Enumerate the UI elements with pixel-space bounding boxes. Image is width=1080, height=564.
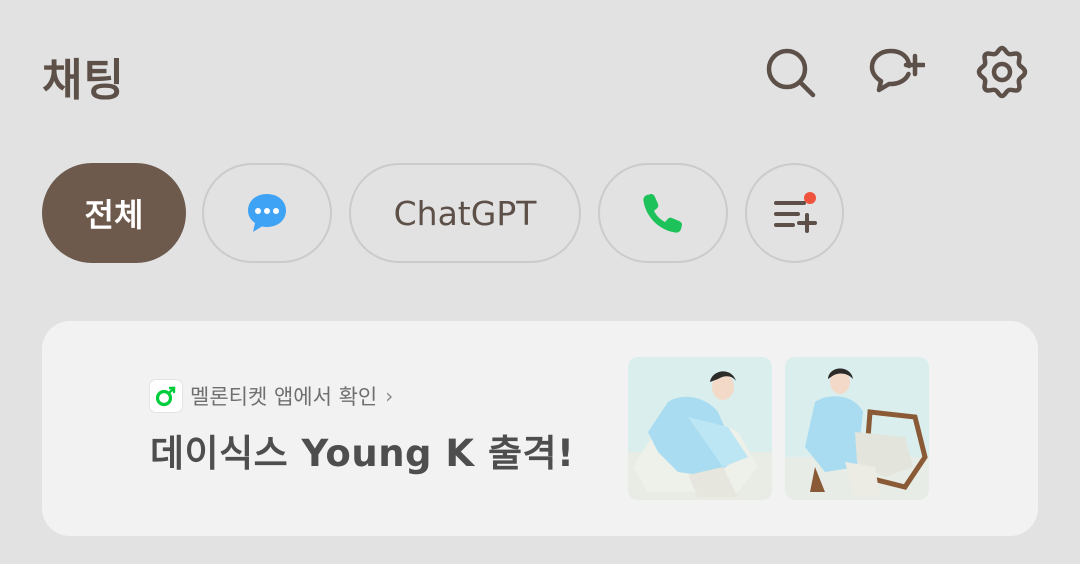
banner-subtitle: 멜론티켓 앱에서 확인 [190, 385, 378, 409]
filter-chatgpt-label: ChatGPT [393, 193, 537, 233]
filter-edit-chip[interactable] [745, 163, 844, 263]
filter-call-chip[interactable] [598, 163, 728, 263]
ad-banner[interactable]: 멜론티켓 앱에서 확인 › 데이식스 Young K 출격! [42, 321, 1038, 536]
banner-title: 데이식스 Young K 출격! [150, 432, 575, 475]
page-title: 채팅 [42, 55, 125, 106]
filter-all-chip[interactable]: 전체 [42, 163, 186, 263]
search-icon[interactable] [762, 44, 818, 100]
banner-photo-1 [628, 357, 772, 500]
header: 채팅 [0, 0, 1080, 150]
edit-filter-icon [773, 192, 817, 233]
melon-logo-icon [150, 380, 182, 412]
notification-dot [803, 192, 816, 204]
banner-photo-2 [785, 357, 929, 500]
filter-chat-chip[interactable] [202, 163, 332, 263]
filter-all-label: 전체 [84, 196, 144, 234]
chevron-right-icon: › [385, 384, 394, 408]
new-chat-icon[interactable] [869, 44, 925, 100]
phone-icon [643, 194, 682, 233]
chat-bubble-icon [248, 194, 286, 232]
settings-icon[interactable] [974, 44, 1030, 100]
filter-chatgpt-chip[interactable]: ChatGPT [349, 163, 581, 263]
banner-meta: 멜론티켓 앱에서 확인 › [150, 380, 393, 412]
